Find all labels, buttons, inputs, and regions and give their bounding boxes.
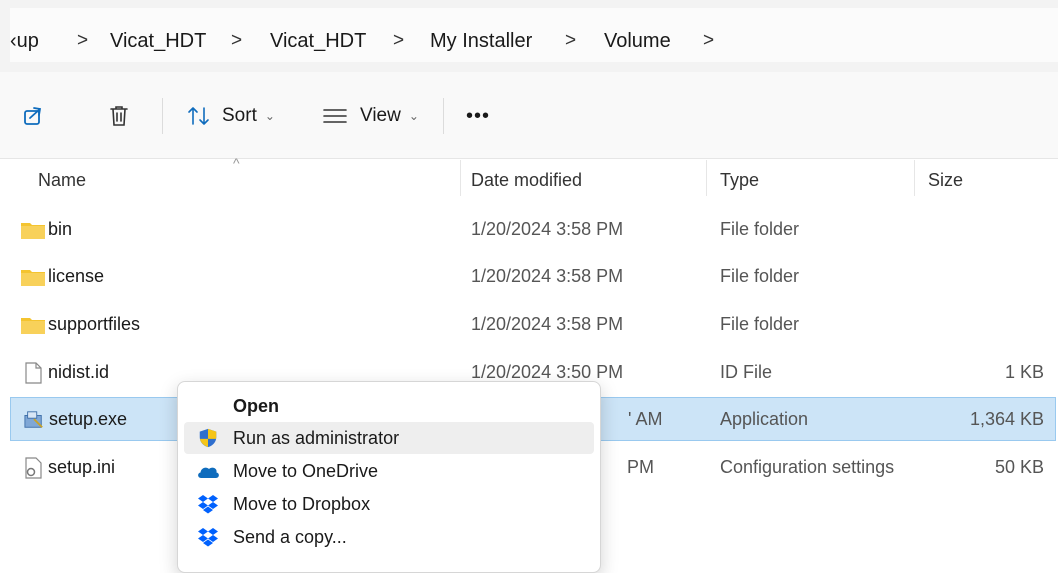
sort-ascending-caret-icon: ^ [233, 155, 240, 171]
breadcrumb-item-my-installer[interactable]: My Installer [430, 30, 532, 53]
column-header-type[interactable]: Type [720, 170, 759, 191]
file-type: ID File [720, 362, 773, 382]
onedrive-icon [198, 467, 219, 478]
column-divider[interactable] [914, 160, 915, 196]
file-size: 50 KB [994, 457, 1044, 477]
file-date: 1/20/2024 3:58 PM [471, 314, 624, 334]
file-row-license[interactable]: license 1/20/2024 3:58 PM File folder [10, 255, 1056, 299]
menu-item-label: Move to Dropbox [233, 494, 371, 514]
menu-item-move-to-onedrive[interactable]: Move to OneDrive [184, 455, 594, 487]
file-type: Application [720, 409, 809, 429]
breadcrumb-separator[interactable]: > [231, 30, 242, 52]
file-name: nidist.id [48, 362, 110, 382]
view-list-icon [323, 109, 347, 123]
menu-item-move-to-dropbox[interactable]: Move to Dropbox [184, 488, 594, 520]
menu-item-label: Send a copy... [233, 527, 347, 547]
breadcrumb-item-vicat-hdt[interactable]: Vicat_HDT [110, 30, 206, 53]
breadcrumb-item-vicat-hdt-2[interactable]: Vicat_HDT [270, 30, 366, 53]
command-bar: Sort ⌄ View ⌄ ••• [0, 72, 1058, 159]
file-type: File folder [720, 314, 800, 334]
breadcrumb-item-volume[interactable]: Volume [604, 30, 671, 53]
breadcrumb-separator[interactable]: > [703, 30, 714, 52]
trash-icon [110, 106, 128, 126]
menu-item-label: Open [233, 396, 280, 416]
breadcrumb-separator[interactable]: > [393, 30, 404, 52]
column-divider[interactable] [460, 160, 461, 196]
sort-button[interactable]: Sort ⌄ [186, 100, 275, 132]
folder-icon [21, 270, 45, 286]
file-row-supportfiles[interactable]: supportfiles 1/20/2024 3:58 PM File fold… [10, 303, 1056, 347]
menu-item-open[interactable]: Open [184, 390, 594, 422]
toolbar-divider [443, 98, 444, 134]
chevron-down-icon: ⌄ [264, 109, 275, 123]
share-icon [24, 107, 42, 125]
file-type: Configuration settings [720, 457, 895, 477]
more-options-button[interactable]: ••• [466, 100, 490, 132]
file-name: setup.exe [49, 409, 128, 429]
file-row-bin[interactable]: bin 1/20/2024 3:58 PM File folder [10, 208, 1056, 252]
file-name: bin [48, 219, 73, 239]
installer-icon [24, 411, 43, 428]
file-type: File folder [720, 266, 800, 286]
breadcrumb-separator[interactable]: > [77, 30, 88, 52]
file-size: 1,364 KB [969, 409, 1044, 429]
toolbar-divider [162, 98, 163, 134]
folder-icon [21, 223, 45, 239]
context-menu: Open Run as administrator Move to OneDri… [177, 381, 601, 573]
breadcrumb-separator[interactable]: > [565, 30, 576, 52]
file-type: File folder [720, 219, 800, 239]
file-date: ' AM [628, 409, 663, 429]
menu-item-label: Move to OneDrive [233, 461, 379, 481]
file-size: 1 KB [1004, 362, 1044, 382]
share-button[interactable] [22, 100, 44, 132]
menu-item-send-a-copy[interactable]: Send a copy... [184, 521, 594, 553]
file-date: PM [627, 457, 654, 477]
view-button[interactable]: View ⌄ [322, 100, 419, 132]
sort-icon [188, 107, 209, 125]
chevron-down-icon: ⌄ [408, 109, 419, 123]
breadcrumb: ‹up > Vicat_HDT > Vicat_HDT > My Install… [10, 8, 1058, 62]
dropbox-icon [198, 528, 218, 547]
file-name: license [48, 266, 105, 286]
sort-label: Sort [222, 105, 257, 126]
dropbox-icon [198, 495, 218, 514]
file-icon [25, 362, 42, 384]
file-name: setup.ini [48, 457, 116, 477]
file-date: 1/20/2024 3:58 PM [471, 266, 624, 286]
column-header-size[interactable]: Size [928, 170, 963, 191]
view-label: View [360, 105, 401, 126]
delete-button[interactable] [108, 100, 130, 132]
file-date: 1/20/2024 3:58 PM [471, 219, 624, 239]
menu-item-label: Run as administrator [233, 428, 400, 448]
column-header-name[interactable]: Name [38, 170, 86, 191]
column-divider[interactable] [706, 160, 707, 196]
breadcrumb-item-backup[interactable]: ‹up [10, 30, 39, 53]
menu-item-run-as-administrator[interactable]: Run as administrator [184, 422, 594, 454]
folder-icon [21, 318, 45, 334]
file-date: 1/20/2024 3:50 PM [471, 362, 624, 382]
address-bar: ‹up > Vicat_HDT > Vicat_HDT > My Install… [0, 0, 1058, 72]
column-header-date-modified[interactable]: Date modified [471, 170, 582, 191]
config-file-icon [25, 457, 42, 479]
file-name: supportfiles [48, 314, 141, 334]
shield-icon [199, 428, 217, 448]
